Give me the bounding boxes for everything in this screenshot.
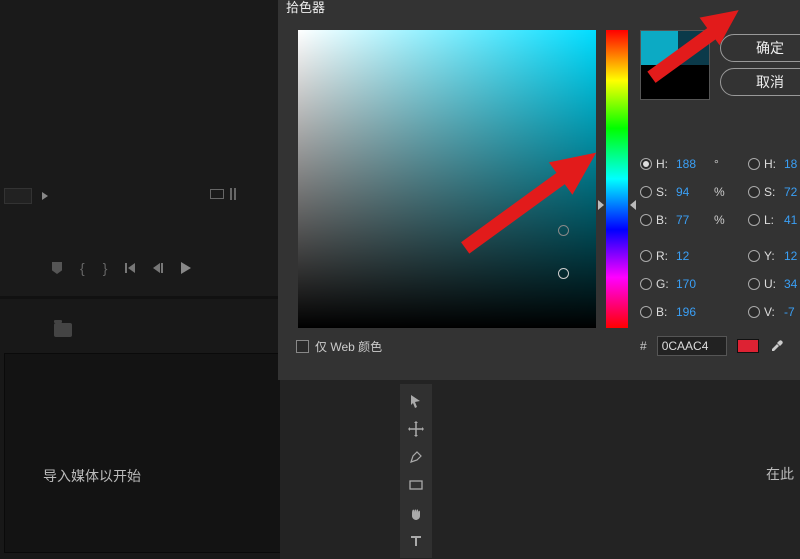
- label-s: S:: [656, 185, 672, 199]
- web-only-row: 仅 Web 颜色: [296, 338, 382, 355]
- label-b: B:: [656, 213, 672, 227]
- radio-g[interactable]: [640, 278, 652, 290]
- transport-bar: { }: [52, 260, 191, 276]
- hsl-yuv-column: H: 18 S: 72 L: 41 Y: 12 U: 34 V: -7: [748, 150, 800, 326]
- label-s2: S:: [764, 185, 780, 199]
- web-only-label: 仅 Web 颜色: [315, 338, 382, 355]
- play-button-icon[interactable]: [181, 262, 191, 274]
- label-y: Y:: [764, 249, 780, 263]
- unit-h: °: [714, 157, 728, 171]
- value-y[interactable]: 12: [784, 249, 800, 263]
- value-b[interactable]: 77: [676, 213, 710, 227]
- left-panel: { } 导入媒体以开始: [0, 0, 280, 559]
- value-s[interactable]: 94: [676, 185, 710, 199]
- value-h2[interactable]: 18: [784, 157, 800, 171]
- unit-b: %: [714, 213, 728, 227]
- view-controls: [210, 188, 236, 200]
- label-b2: B:: [656, 305, 672, 319]
- hue-indicator-left-icon: [598, 200, 604, 210]
- cancel-button[interactable]: 取消: [720, 68, 800, 96]
- split-icon[interactable]: [230, 188, 236, 200]
- value-b2[interactable]: 196: [676, 305, 710, 319]
- pen-tool-icon[interactable]: [402, 444, 430, 470]
- hand-tool-icon[interactable]: [402, 500, 430, 526]
- value-g[interactable]: 170: [676, 277, 710, 291]
- color-field-indicator: [558, 225, 569, 236]
- web-only-checkbox[interactable]: [296, 340, 309, 353]
- vertical-toolbar: [400, 384, 432, 558]
- radio-b2[interactable]: [640, 306, 652, 318]
- radio-s2[interactable]: [748, 186, 760, 198]
- radio-b[interactable]: [640, 214, 652, 226]
- frame-icon[interactable]: [210, 189, 224, 199]
- import-hint-text: 导入媒体以开始: [43, 466, 141, 486]
- label-v: V:: [764, 305, 780, 319]
- zoom-controls: [4, 188, 48, 204]
- hue-slider[interactable]: [606, 30, 628, 328]
- play-icon[interactable]: [42, 192, 48, 200]
- label-h2: H:: [764, 157, 780, 171]
- radio-h[interactable]: [640, 158, 652, 170]
- radio-v[interactable]: [748, 306, 760, 318]
- add-marker-icon[interactable]: [52, 262, 62, 274]
- mark-out-icon[interactable]: }: [103, 260, 108, 276]
- radio-h2[interactable]: [748, 158, 760, 170]
- color-field-indicator-secondary: [558, 268, 569, 279]
- hex-input[interactable]: [657, 336, 727, 356]
- radio-s[interactable]: [640, 186, 652, 198]
- unit-s: %: [714, 185, 728, 199]
- label-h: H:: [656, 157, 672, 171]
- crop-tool-icon[interactable]: [402, 416, 430, 442]
- step-back-icon[interactable]: [153, 263, 163, 273]
- value-s2[interactable]: 72: [784, 185, 800, 199]
- label-r: R:: [656, 249, 672, 263]
- value-u[interactable]: 34: [784, 277, 800, 291]
- mark-in-icon[interactable]: {: [80, 260, 85, 276]
- right-footer-text: 在此: [766, 464, 794, 484]
- label-g: G:: [656, 277, 672, 291]
- arrow-tool-icon[interactable]: [402, 388, 430, 414]
- label-l: L:: [764, 213, 780, 227]
- warning-swatch[interactable]: [737, 339, 759, 353]
- bin-icon[interactable]: [54, 323, 72, 337]
- monitor-area: { }: [0, 0, 280, 295]
- cancel-button-label: 取消: [756, 72, 784, 92]
- rectangle-tool-icon[interactable]: [402, 472, 430, 498]
- hue-indicator-right-icon: [630, 200, 636, 210]
- radio-y[interactable]: [748, 250, 760, 262]
- radio-r[interactable]: [640, 250, 652, 262]
- dialog-title: 拾色器: [286, 0, 325, 16]
- hex-prefix: #: [640, 339, 647, 353]
- type-tool-icon[interactable]: [402, 528, 430, 554]
- eyedropper-icon[interactable]: [769, 338, 785, 354]
- value-v[interactable]: -7: [784, 305, 800, 319]
- value-h[interactable]: 188: [676, 157, 710, 171]
- ok-button-label: 确定: [756, 38, 784, 58]
- radio-u[interactable]: [748, 278, 760, 290]
- zoom-dropdown[interactable]: [4, 188, 32, 204]
- label-u: U:: [764, 277, 780, 291]
- radio-l[interactable]: [748, 214, 760, 226]
- value-r[interactable]: 12: [676, 249, 710, 263]
- value-l[interactable]: 41: [784, 213, 800, 227]
- go-to-in-icon[interactable]: [125, 263, 135, 273]
- hex-row: #: [640, 336, 785, 356]
